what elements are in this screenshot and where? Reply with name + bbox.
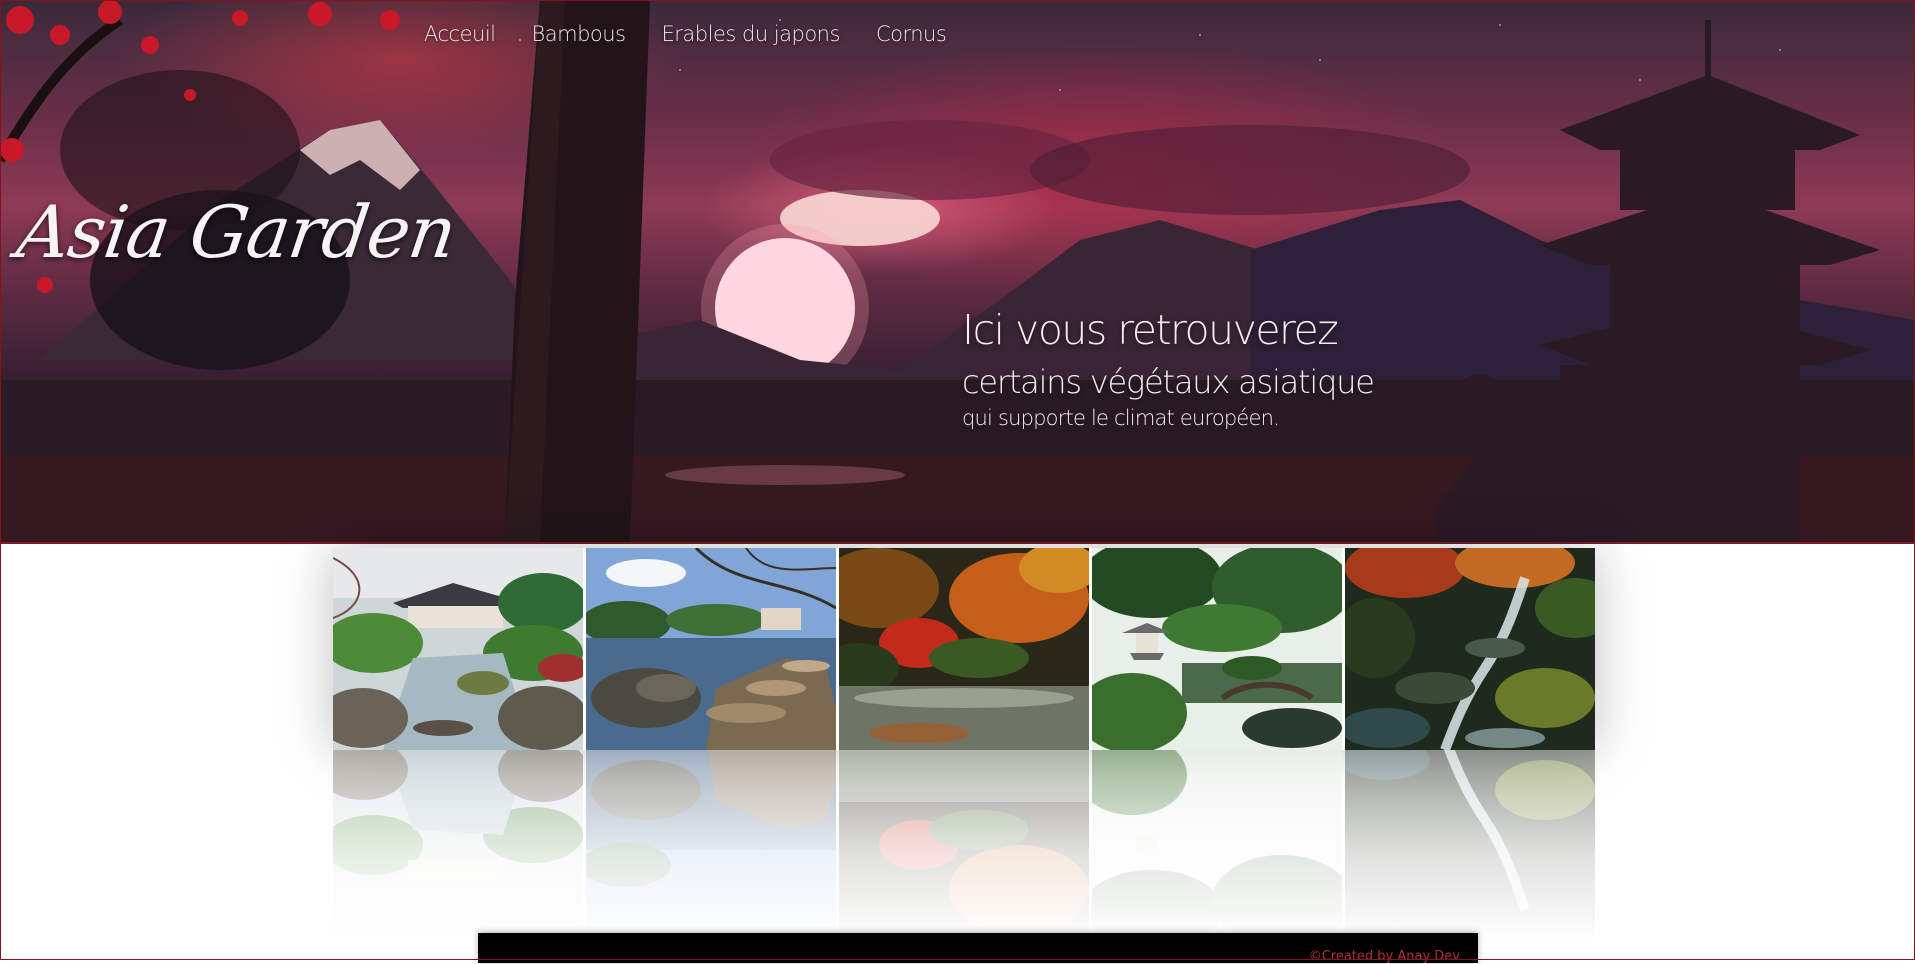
- gallery-image-pagoda-lantern-garden[interactable]: [1092, 548, 1342, 750]
- footer: ©Created by Anay Dev: [478, 933, 1478, 964]
- tagline-line-1: Ici vous retrouverez: [962, 306, 1339, 354]
- hero-tagline: Ici vous retrouverez certains végétaux a…: [962, 306, 1375, 432]
- gallery-reflection: [333, 750, 1595, 940]
- gallery-reflection-1: [333, 750, 583, 940]
- footer-credit: ©Created by Anay Dev: [1308, 949, 1460, 964]
- nav-item-acceuil[interactable]: Acceuil: [424, 22, 496, 46]
- gallery-image-autumn-maples-pond[interactable]: [839, 548, 1089, 750]
- hero-banner: Acceuil Bambous Erables du japons Cornus…: [0, 0, 1915, 544]
- gallery-reflection-2: [586, 750, 836, 940]
- nav-item-erables-du-japons[interactable]: Erables du japons: [662, 22, 841, 46]
- main-nav: Acceuil Bambous Erables du japons Cornus: [424, 22, 947, 46]
- gallery-reflection-4: [1092, 750, 1342, 940]
- garden-gallery: [333, 548, 1595, 750]
- nav-item-cornus[interactable]: Cornus: [876, 22, 947, 46]
- gallery-reflection-5: [1345, 750, 1595, 940]
- gallery-reflection-3: [839, 750, 1089, 940]
- gallery-image-garden-pond-house[interactable]: [333, 548, 583, 750]
- tagline-line-3: qui supporte le climat européen.: [962, 406, 1280, 430]
- gallery-image-stepping-stones-pond[interactable]: [586, 548, 836, 750]
- nav-item-bambous[interactable]: Bambous: [532, 22, 627, 46]
- gallery-image-waterfall-stream[interactable]: [1345, 548, 1595, 750]
- site-logo: Asia Garden: [12, 190, 461, 274]
- tagline-line-2: certains végétaux asiatique: [962, 363, 1375, 401]
